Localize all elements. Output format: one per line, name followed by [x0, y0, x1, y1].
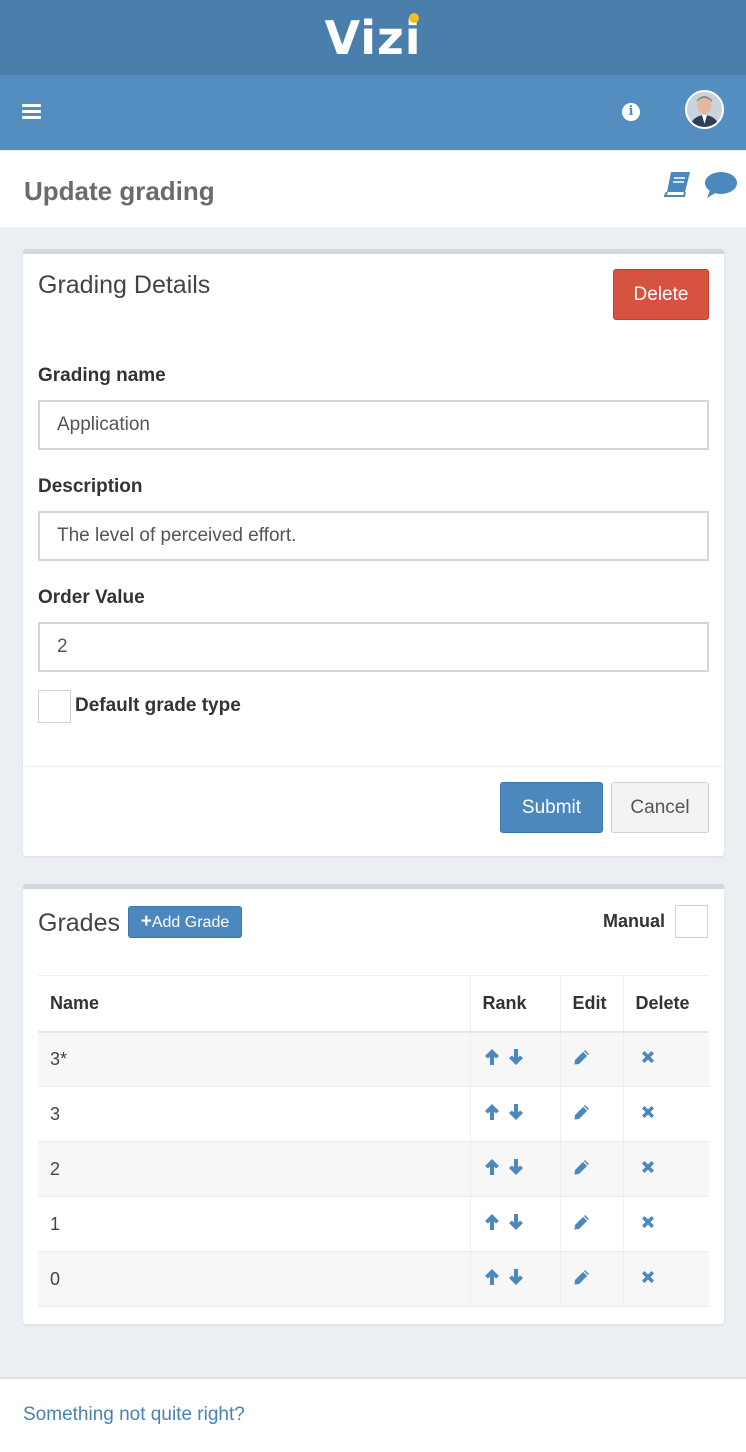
column-header-edit[interactable]: Edit [559, 975, 623, 1033]
close-icon[interactable] [640, 1269, 656, 1290]
chat-icon[interactable] [704, 171, 738, 204]
description-input[interactable]: The level of perceived effort. [38, 511, 709, 561]
card-divider [23, 766, 724, 767]
submit-button[interactable]: Submit [500, 782, 603, 833]
arrow-up-icon[interactable] [483, 1103, 501, 1126]
arrow-up-icon[interactable] [483, 1158, 501, 1181]
default-grade-type-label: Default grade type [75, 695, 241, 716]
grade-name: 3 [38, 1086, 470, 1142]
page-header: Update grading [0, 151, 746, 227]
pencil-icon[interactable] [573, 1103, 591, 1126]
grade-name: 1 [38, 1196, 470, 1252]
rank-cell [469, 1031, 560, 1087]
rank-cell [469, 1141, 560, 1197]
cancel-button[interactable]: Cancel [611, 782, 709, 833]
footer: Something not quite right? [0, 1377, 746, 1452]
grading-name-label: Grading name [38, 365, 166, 386]
arrow-down-icon[interactable] [507, 1268, 525, 1291]
table-header-row: Name Rank Edit Delete [38, 975, 709, 1033]
delete-cell [622, 1141, 709, 1197]
arrow-down-icon[interactable] [507, 1103, 525, 1126]
column-header-name[interactable]: Name [38, 975, 470, 1033]
pencil-icon[interactable] [573, 1158, 591, 1181]
delete-cell [622, 1251, 709, 1307]
pencil-icon[interactable] [573, 1048, 591, 1071]
table-row: 1 [38, 1196, 709, 1252]
arrow-up-icon[interactable] [483, 1048, 501, 1071]
order-value-label: Order Value [38, 587, 145, 608]
edit-cell [559, 1251, 623, 1307]
close-icon[interactable] [640, 1214, 656, 1235]
page-title: Update grading [24, 176, 215, 206]
brand-bar: Vizi [0, 0, 746, 75]
manual-label: Manual [603, 911, 666, 931]
default-grade-type-checkbox[interactable] [38, 690, 71, 723]
edit-cell [559, 1196, 623, 1252]
edit-cell [559, 1141, 623, 1197]
column-header-delete[interactable]: Delete [622, 975, 709, 1033]
table-row: 2 [38, 1141, 709, 1197]
close-icon[interactable] [640, 1049, 656, 1070]
delete-cell [622, 1086, 709, 1142]
grading-details-card: Grading Details Delete Grading name Appl… [23, 249, 724, 856]
table-row: 3 [38, 1086, 709, 1142]
card-title: Grading Details [38, 271, 211, 299]
delete-button[interactable]: Delete [613, 269, 709, 320]
info-icon[interactable]: i [622, 103, 640, 121]
rank-cell [469, 1251, 560, 1307]
order-value-input[interactable]: 2 [38, 622, 709, 672]
arrow-down-icon[interactable] [507, 1048, 525, 1071]
description-label: Description [38, 476, 143, 497]
pencil-icon[interactable] [573, 1268, 591, 1291]
feedback-link[interactable]: Something not quite right? [23, 1404, 245, 1426]
add-grade-button[interactable]: +Add Grade [128, 906, 242, 938]
close-icon[interactable] [640, 1104, 656, 1125]
edit-cell [559, 1031, 623, 1087]
grading-name-input[interactable]: Application [38, 400, 709, 450]
hamburger-icon[interactable] [22, 104, 41, 120]
table-row: 0 [38, 1251, 709, 1307]
arrow-down-icon[interactable] [507, 1158, 525, 1181]
edit-cell [559, 1086, 623, 1142]
grade-name: 2 [38, 1141, 470, 1197]
logo-text: Vizi [324, 10, 422, 65]
book-icon[interactable] [663, 170, 692, 203]
grades-card: Grades +Add Grade Manual Name Rank Edit … [23, 884, 724, 1324]
add-grade-label: Add Grade [151, 914, 230, 931]
manual-checkbox[interactable] [675, 905, 708, 938]
column-header-rank[interactable]: Rank [469, 975, 560, 1033]
avatar[interactable] [685, 90, 724, 129]
grade-name: 0 [38, 1251, 470, 1307]
delete-cell [622, 1031, 709, 1087]
close-icon[interactable] [640, 1159, 656, 1180]
delete-cell [622, 1196, 709, 1252]
vizi-logo[interactable]: Vizi [324, 11, 421, 65]
rank-cell [469, 1196, 560, 1252]
arrow-up-icon[interactable] [483, 1213, 501, 1236]
plus-icon: + [140, 911, 152, 932]
grade-name: 3* [38, 1031, 470, 1087]
grades-title: Grades [38, 909, 120, 937]
logo-dot [408, 12, 419, 23]
table-row: 3* [38, 1031, 709, 1087]
pencil-icon[interactable] [573, 1213, 591, 1236]
navbar: i [0, 75, 746, 150]
arrow-up-icon[interactable] [483, 1268, 501, 1291]
grades-table: Name Rank Edit Delete 3* 3 2 1 0 [38, 975, 709, 1307]
rank-cell [469, 1086, 560, 1142]
arrow-down-icon[interactable] [507, 1213, 525, 1236]
